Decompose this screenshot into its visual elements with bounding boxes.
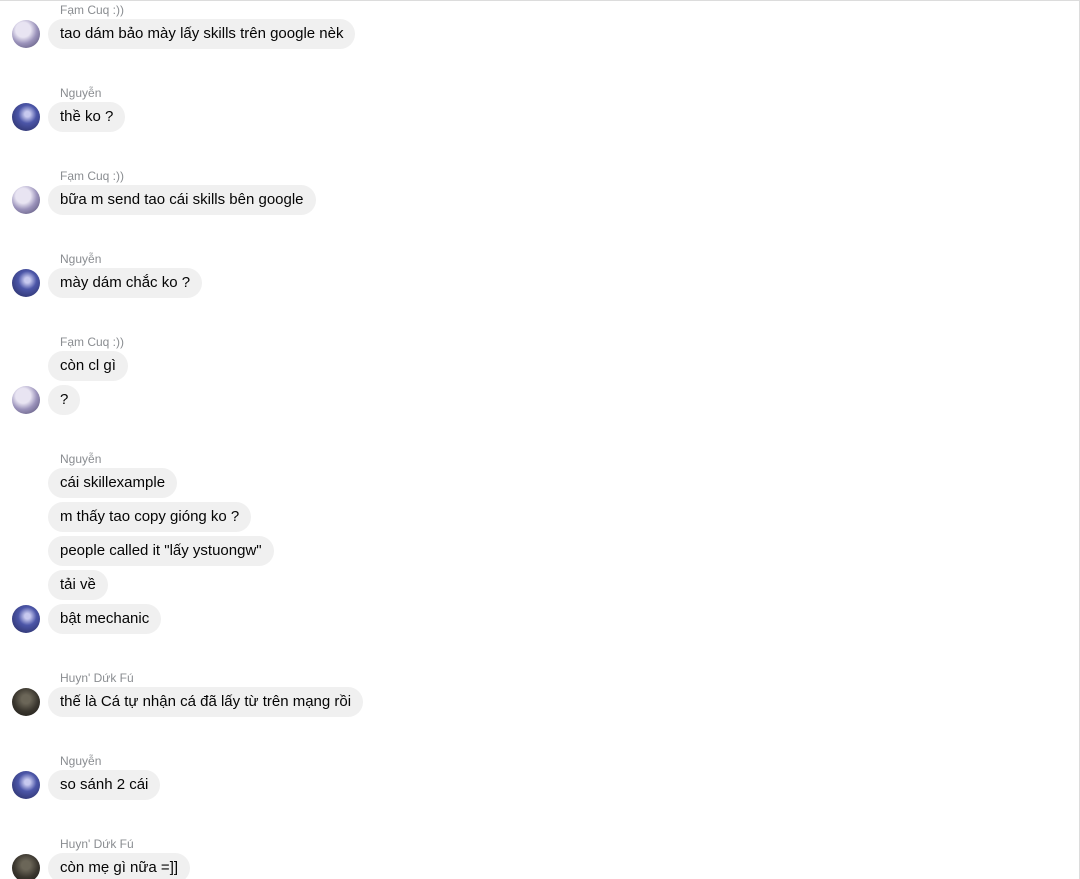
message-bubble[interactable]: cái skillexample <box>48 468 178 498</box>
avatar[interactable] <box>12 20 40 48</box>
sender-name: Huyn' Dứk Fú <box>60 837 134 851</box>
message-bubble[interactable]: còn mẹ gì nữa =]] <box>48 853 191 879</box>
message-bubble[interactable]: tải về <box>48 570 108 600</box>
sender-name: Fạm Cuq :)) <box>60 169 125 183</box>
message-bubble[interactable]: bữa m send tao cái skills bên google <box>48 185 316 215</box>
message-bubble[interactable]: còn cl gì <box>48 351 128 381</box>
message-bubble[interactable]: people called it "lấy ystuongw" <box>48 536 274 566</box>
message-bubble[interactable]: tao dám bảo mày lấy skills trên google n… <box>48 19 356 49</box>
avatar[interactable] <box>12 103 40 131</box>
sender-name: Nguyễn <box>60 86 102 100</box>
avatar[interactable] <box>12 771 40 799</box>
message-bubble[interactable]: thế là Cá tự nhận cá đã lấy từ trên mạng… <box>48 687 364 717</box>
message-bubble[interactable]: m thấy tao copy gióng ko ? <box>48 502 252 532</box>
avatar[interactable] <box>12 386 40 414</box>
sender-name: Nguyễn <box>60 252 102 266</box>
avatar[interactable] <box>12 688 40 716</box>
sender-name: Fạm Cuq :)) <box>60 3 125 17</box>
message-bubble[interactable]: thề ko ? <box>48 102 126 132</box>
avatar[interactable] <box>12 269 40 297</box>
avatar[interactable] <box>12 186 40 214</box>
chat-conversation: Fạm Cuq :)) tao dám bảo mày lấy skills t… <box>0 0 1080 879</box>
message-bubble[interactable]: ? <box>48 385 81 415</box>
message-bubble[interactable]: so sánh 2 cái <box>48 770 161 800</box>
avatar[interactable] <box>12 605 40 633</box>
sender-name: Nguyễn <box>60 754 102 768</box>
avatar[interactable] <box>12 854 40 879</box>
sender-name: Fạm Cuq :)) <box>60 335 125 349</box>
sender-name: Nguyễn <box>60 452 102 466</box>
sender-name: Huyn' Dứk Fú <box>60 671 134 685</box>
message-bubble[interactable]: mày dám chắc ko ? <box>48 268 203 298</box>
message-bubble[interactable]: bật mechanic <box>48 604 162 634</box>
